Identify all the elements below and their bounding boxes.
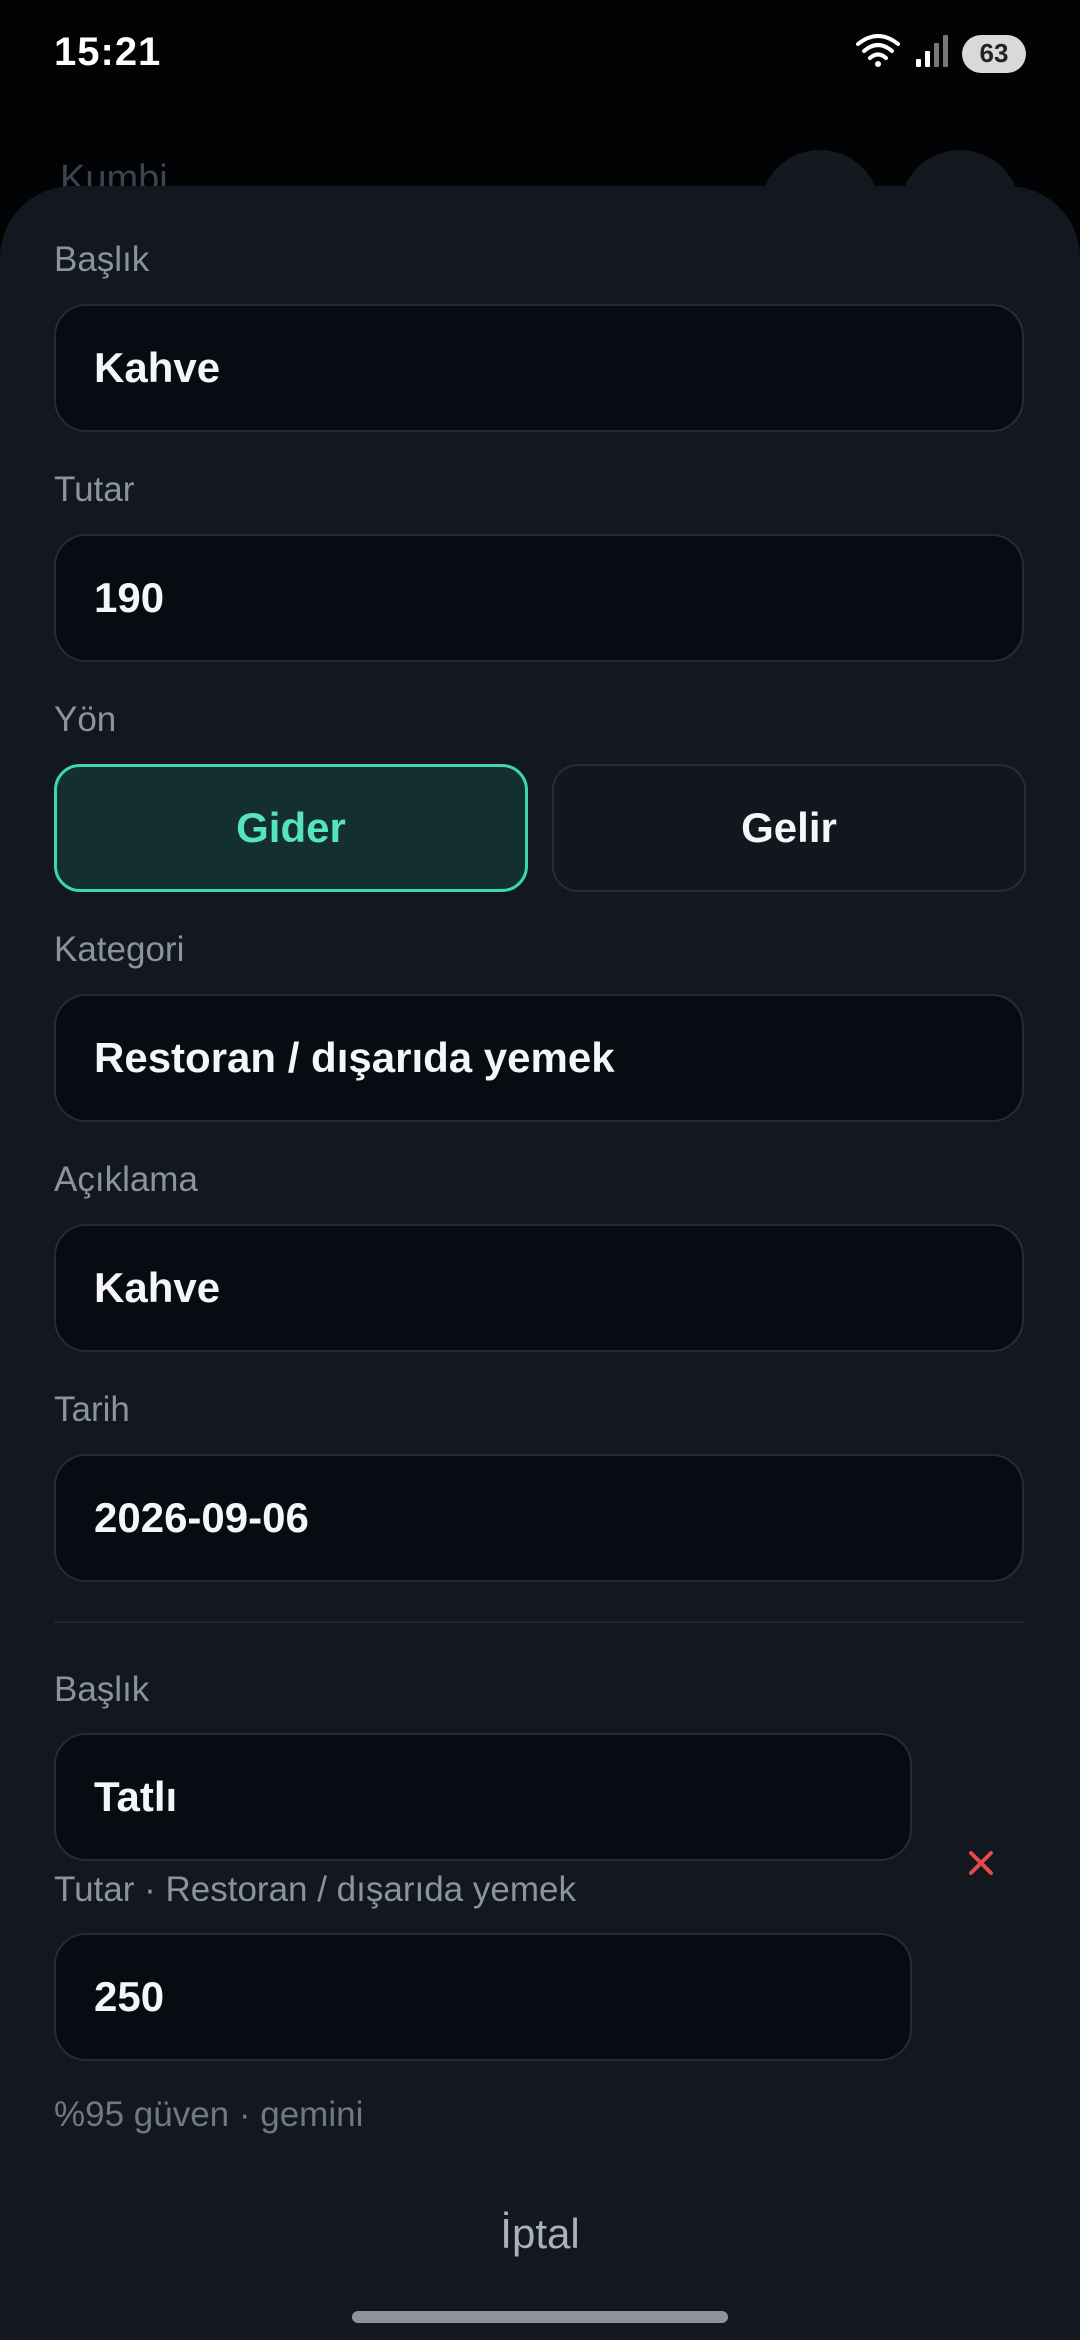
description-input[interactable]: Kahve bbox=[54, 1224, 1024, 1352]
battery-icon: 63 bbox=[962, 34, 1026, 73]
confidence-meta: %95 güven · gemini bbox=[54, 2095, 364, 2134]
cancel-button[interactable]: İptal bbox=[390, 2210, 690, 2270]
amount-input[interactable]: 190 bbox=[54, 534, 1024, 662]
remove-item-button[interactable] bbox=[956, 1840, 1006, 1890]
signal-icon bbox=[914, 33, 950, 74]
divider bbox=[54, 1621, 1024, 1623]
item-title-input[interactable]: Tatlı bbox=[54, 1733, 912, 1861]
status-icons: 63 bbox=[854, 32, 1026, 75]
description-label: Açıklama bbox=[54, 1160, 198, 1199]
direction-expense-button[interactable]: Gider bbox=[54, 764, 528, 892]
direction-label: Yön bbox=[54, 700, 117, 739]
status-time: 15:21 bbox=[54, 30, 162, 74]
close-icon bbox=[968, 1850, 994, 1881]
home-indicator[interactable] bbox=[352, 2311, 728, 2323]
date-label: Tarih bbox=[54, 1390, 130, 1429]
item-amount-input[interactable]: 250 bbox=[54, 1933, 912, 2061]
title-label: Başlık bbox=[54, 240, 150, 279]
category-select[interactable]: Restoran / dışarıda yemek bbox=[54, 994, 1024, 1122]
date-input[interactable]: 2026-09-06 bbox=[54, 1454, 1024, 1582]
item-title-label: Başlık bbox=[54, 1670, 150, 1709]
direction-income-button[interactable]: Gelir bbox=[552, 764, 1026, 892]
item-amount-label: Tutar · Restoran / dışarıda yemek bbox=[54, 1870, 576, 1909]
title-input[interactable]: Kahve bbox=[54, 304, 1024, 432]
wifi-icon bbox=[854, 32, 902, 75]
amount-label: Tutar bbox=[54, 470, 135, 509]
category-label: Kategori bbox=[54, 930, 185, 969]
status-bar: 15:21 63 bbox=[0, 0, 1080, 110]
